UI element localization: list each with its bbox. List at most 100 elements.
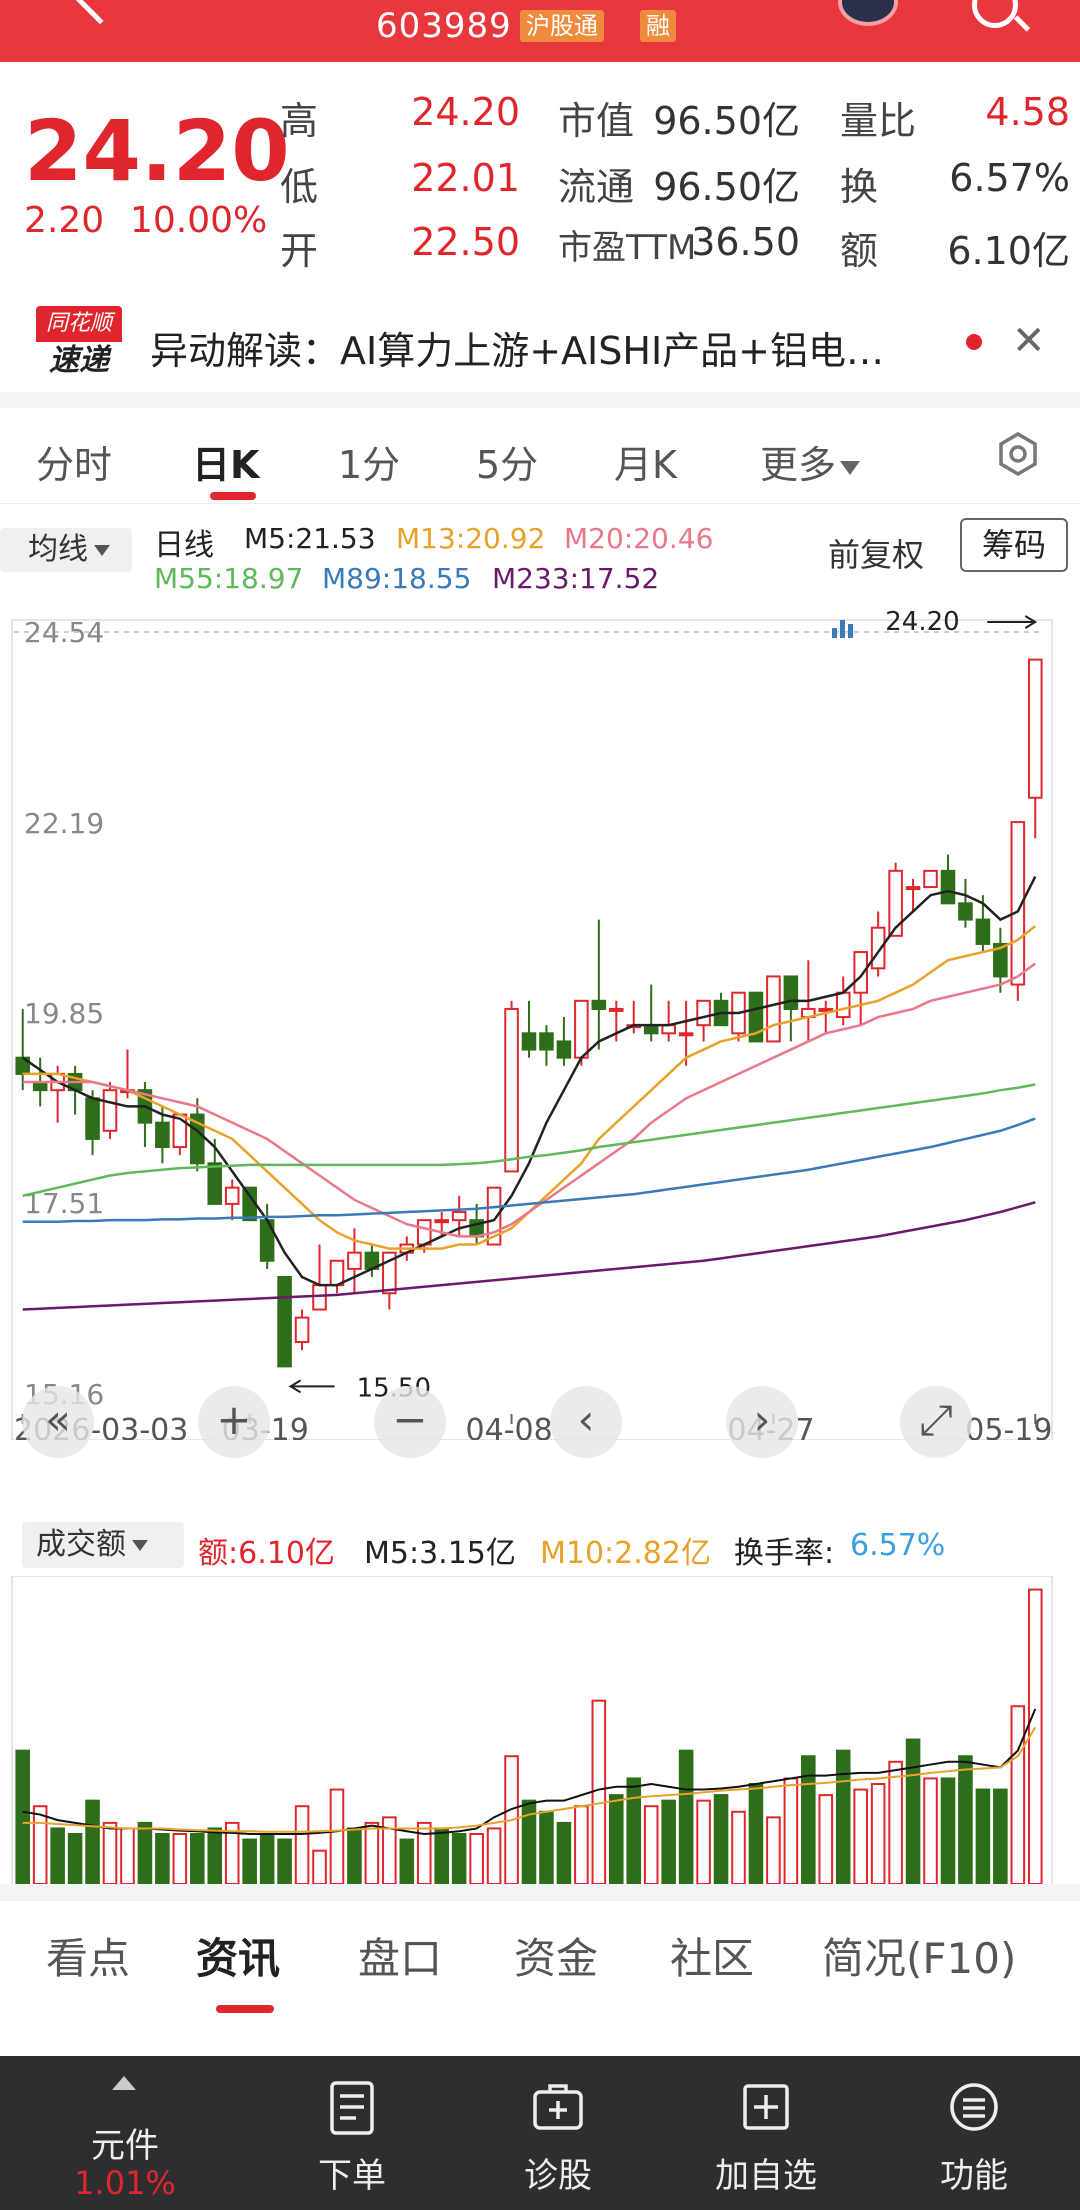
volume-bar [888,1760,903,1885]
volume-toggle-bar [848,624,853,638]
order-label: 下单 [318,2156,386,2196]
candle-body [504,1007,519,1173]
logo-bottom-text: 速递 [49,343,109,378]
volume-bar [661,1799,676,1886]
volume-bar [1010,1705,1026,1885]
volume-bar [818,1794,834,1885]
volume-indicator-dropdown[interactable]: 成交额 [22,1522,184,1568]
volume-bar [696,1799,711,1886]
tab-highlights[interactable]: 看点 [46,1925,130,1986]
tab-more[interactable]: 更多 [760,434,861,489]
candle-body [539,1032,554,1051]
turnover-rate-value: 6.57% [850,1528,946,1563]
volume-ma10-label: M10:2.82亿 [540,1536,711,1571]
candle-body [818,1007,834,1012]
candle-body [85,1097,100,1140]
pe-label: 市盈TTM [558,228,697,268]
candle-body [434,1219,449,1224]
volume-bar [993,1788,1008,1885]
fullscreen-icon[interactable]: ⤢ [900,1386,972,1458]
sector-label: 元件 [91,2126,159,2166]
add-watchlist-icon [743,2084,789,2130]
active-tab-indicator [216,2005,274,2013]
volume-bar [190,1833,205,1885]
tab-5min[interactable]: 5分 [476,434,538,489]
order-icon [330,2081,374,2135]
candle-body [416,1219,432,1246]
price-change: 2.20 [24,200,105,241]
volume-bar [469,1833,484,1885]
rewind-icon[interactable]: « [22,1386,94,1458]
amount-value: 6.10亿 [947,229,1070,273]
menu-label: 功能 [940,2156,1008,2196]
volume-bar [609,1794,624,1885]
tab-capital-flow[interactable]: 资金 [514,1925,598,1986]
close-icon[interactable]: ✕ [1012,318,1046,364]
volume-bar [748,1783,764,1885]
mcap-value: 96.50亿 [653,99,800,143]
scroll-left-icon[interactable]: ‹ [550,1386,622,1458]
menu-button[interactable]: 功能 [874,2056,1074,2210]
tab-news[interactable]: 资讯 [196,1925,280,1986]
ma-line-m13 [22,925,1037,1250]
diagnose-button[interactable]: 诊股 [458,2056,658,2210]
scroll-right-icon[interactable]: › [726,1386,798,1458]
zoom-out-icon[interactable]: − [374,1386,446,1458]
candle-body [958,902,973,921]
volume-bar [277,1838,292,1885]
volume-bar [905,1738,921,1885]
turnover-label: 换 [840,165,879,209]
tab-intraday[interactable]: 分时 [36,434,112,489]
ma5-label: M5:21.53 [244,522,376,555]
candle-body [102,1089,118,1132]
tab-monthly-k[interactable]: 月K [614,434,677,489]
add-watchlist-button[interactable]: 加自选 [666,2056,866,2210]
news-headline[interactable]: 异动解读：AI算力上游+AISHI产品+铝电… [150,320,930,375]
candle-body [556,1040,572,1059]
tab-f10-profile[interactable]: 简况(F10) [822,1925,1016,1986]
ma-legend-row: 均线 日线 M5:21.53 M13:20.92 M20:20.46 M55:1… [0,508,1080,598]
candle-body [678,1032,694,1037]
float-label: 流通 [558,165,635,209]
chip-distribution-button[interactable]: 筹码 [960,518,1068,572]
candle-body [451,1211,467,1222]
logo-top-text: 同花顺 [36,306,122,342]
section-divider [0,392,1080,408]
forward-adjust-toggle[interactable]: 前复权 [828,530,924,576]
kline-chart[interactable]: 24.5422.1919.8517.5115.1624.2015.502026-… [0,600,1080,1458]
tab-order-book[interactable]: 盘口 [358,1925,442,1986]
sector-button[interactable]: 元件 1.01% [0,2056,250,2210]
y-tick-label: 22.19 [24,807,104,840]
top-bar: 603989 沪股通 融 [0,0,1080,62]
candle-body [783,975,799,1010]
chart-frame [11,619,1053,1440]
info-tabs: 看点 资讯 盘口 资金 社区 简况(F10) [0,1900,1080,2013]
volume-toggle-bar [840,620,845,638]
candle-body [591,999,607,1010]
volume-amount-label: 额:6.10亿 [198,1536,335,1571]
order-button[interactable]: 下单 [252,2056,452,2210]
tab-daily-k[interactable]: 日K [192,434,259,489]
volume-chart[interactable] [0,1575,1080,1887]
volume-bar [643,1805,659,1886]
zoom-in-icon[interactable]: + [198,1386,270,1458]
settings-icon[interactable] [996,432,1040,476]
period-label: 日线 [154,528,214,563]
volume-bar [120,1827,135,1885]
avatar[interactable] [838,0,898,26]
indicator-dropdown[interactable]: 均线 [0,528,132,572]
chevron-down-icon [840,460,861,475]
last-price: 24.20 [24,102,290,200]
news-flash-bar[interactable]: 同花顺 速递 异动解读：AI算力上游+AISHI产品+铝电… ✕ [0,302,1080,388]
chevron-down-icon [94,545,110,556]
candle-body [766,975,781,1043]
volume-ma5-label: M5:3.15亿 [364,1536,516,1571]
tab-community[interactable]: 社区 [670,1925,754,1986]
open-label: 开 [280,229,319,273]
high-label: 高 [280,99,319,143]
back-icon[interactable] [71,0,129,25]
tab-1min[interactable]: 1分 [338,434,400,489]
search-icon[interactable] [972,0,1018,28]
candle-body [155,1121,170,1149]
high-value: 24.20 [411,90,520,134]
